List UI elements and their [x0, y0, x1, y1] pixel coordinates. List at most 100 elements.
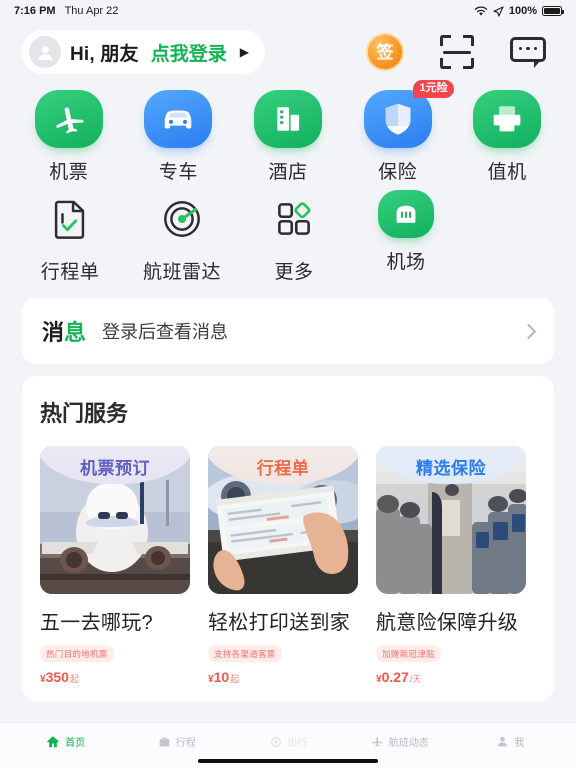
status-indicators: 100%: [474, 5, 562, 17]
header-actions: 签: [366, 33, 554, 71]
quick-entry-label: 更多: [274, 257, 313, 284]
price-suffix: 起: [70, 674, 79, 684]
quick-entry-row-1: 机票 专车: [14, 90, 562, 184]
scan-qr-icon[interactable]: [440, 35, 474, 69]
login-pill[interactable]: Hi, 朋友 点我登录 ▶: [22, 30, 265, 74]
travel-icon: [269, 735, 283, 749]
airport-terminal-icon: [378, 190, 434, 238]
quick-entry-label: 酒店: [268, 157, 307, 184]
wifi-icon: [474, 6, 488, 17]
quick-entry-机票[interactable]: 机票: [14, 90, 124, 184]
service-thumbnail[interactable]: 机票预订: [40, 446, 190, 594]
car-icon: [144, 90, 212, 148]
status-bar: 7:16 PM Thu Apr 22 100%: [0, 0, 576, 22]
chevron-right-icon: [521, 323, 537, 339]
quick-entry-label: 机场: [386, 247, 425, 274]
message-title-green: 息: [64, 320, 86, 345]
quick-entry-机场[interactable]: 机场: [350, 190, 462, 284]
tab-flight-status[interactable]: 航班动态: [344, 734, 455, 749]
daily-checkin-button[interactable]: 签: [366, 33, 404, 71]
tab-label: 航班动态: [389, 734, 429, 749]
tab-itinerary[interactable]: 行程: [121, 734, 232, 749]
home-indicator: [198, 759, 378, 764]
service-thumbnail[interactable]: 行程单: [208, 446, 358, 594]
service-pill: 热门目的地机票: [40, 645, 114, 662]
service-pill: 支持各渠道客票: [208, 645, 282, 662]
service-pill: 加赠新冠津贴: [376, 645, 441, 662]
quick-entry-label: 专车: [159, 157, 198, 184]
quick-entry-专车[interactable]: 专车: [124, 90, 234, 184]
greeting-text: Hi, 朋友: [70, 39, 139, 66]
service-card-1[interactable]: 机票预订 五一去哪玩? 热门目的地机票 ¥350起: [40, 446, 190, 685]
service-price: ¥0.27/天: [376, 669, 526, 685]
status-badge: 1元险: [413, 80, 453, 98]
hot-services-card: 热门服务: [22, 376, 554, 701]
service-tag: 机票预订: [40, 454, 190, 479]
quick-entry-label: 机票: [49, 157, 88, 184]
service-price: ¥10起: [208, 669, 358, 685]
hot-services-list: 机票预订 五一去哪玩? 热门目的地机票 ¥350起: [40, 446, 536, 685]
tab-label: 我: [514, 734, 524, 749]
quick-entry-row-2: 行程单 航班雷达: [14, 184, 562, 284]
briefcase-icon: [158, 735, 171, 748]
boarding-pass-icon: [473, 90, 541, 148]
status-date: Thu Apr 22: [65, 5, 119, 17]
plane-status-icon: [370, 735, 384, 749]
service-price: ¥350起: [40, 669, 190, 685]
default-avatar-icon: [29, 36, 61, 68]
quick-entry-label: 保险: [378, 157, 417, 184]
quick-entry-保险[interactable]: 1元险 保险: [343, 90, 453, 184]
service-name: 五一去哪玩?: [40, 606, 190, 635]
quick-entry-更多[interactable]: 更多: [238, 190, 350, 284]
price-suffix: 起: [230, 674, 239, 684]
shield-icon: 1元险: [364, 90, 432, 148]
app-screen: 7:16 PM Thu Apr 22 100% Hi, 朋友: [0, 0, 576, 768]
quick-entry-label: 值机: [488, 157, 527, 184]
grid-more-icon: [260, 190, 328, 248]
radar-icon: [148, 190, 216, 248]
person-icon: [496, 735, 509, 748]
status-time: 7:16 PM: [14, 5, 56, 17]
app-header: Hi, 朋友 点我登录 ▶ 签: [0, 22, 576, 80]
tab-label: 出行: [288, 734, 308, 749]
price-value: 350: [46, 669, 69, 685]
quick-entry-grid: 机票 专车: [0, 80, 576, 284]
hotel-building-icon: [254, 90, 322, 148]
price-value: 10: [214, 669, 230, 685]
tab-label: 首页: [65, 734, 85, 749]
message-subtitle: 登录后查看消息: [102, 318, 228, 344]
service-name: 轻松打印送到家: [208, 606, 358, 635]
tab-travel[interactable]: 出行: [232, 734, 343, 749]
battery-full-icon: [542, 6, 562, 16]
home-icon: [46, 735, 60, 749]
quick-entry-label: 行程单: [41, 257, 100, 284]
tab-home[interactable]: 首页: [10, 734, 121, 749]
quick-entry-行程单[interactable]: 行程单: [14, 190, 126, 284]
location-arrow-icon: [493, 6, 504, 17]
section-title: 热门服务: [40, 396, 536, 428]
chevron-right-icon: ▶: [240, 45, 249, 59]
battery-percent: 100%: [509, 5, 537, 17]
message-card[interactable]: 消息 登录后查看消息: [22, 298, 554, 364]
message-title: 消息: [42, 315, 86, 347]
message-title-dark: 消: [42, 320, 64, 345]
quick-entry-值机[interactable]: 值机: [452, 90, 562, 184]
service-card-3[interactable]: 精选保险 航意险保障升级 加赠新冠津贴 ¥0.27/天: [376, 446, 526, 685]
service-card-2[interactable]: 行程单 轻松打印送到家 支持各渠道客票 ¥10起: [208, 446, 358, 685]
price-value: 0.27: [382, 669, 409, 685]
tab-profile[interactable]: 我: [455, 734, 566, 749]
login-cta-text[interactable]: 点我登录: [151, 39, 227, 66]
service-thumbnail[interactable]: 精选保险: [376, 446, 526, 594]
price-suffix: /天: [410, 674, 422, 684]
bottom-tab-bar: 首页 行程 出行 航班动态 我: [0, 722, 576, 768]
airplane-icon: [35, 90, 103, 148]
quick-entry-酒店[interactable]: 酒店: [233, 90, 343, 184]
quick-entry-航班雷达[interactable]: 航班雷达: [126, 190, 238, 284]
quick-entry-label: 航班雷达: [143, 257, 221, 284]
service-tag: 精选保险: [376, 454, 526, 479]
tab-label: 行程: [176, 734, 196, 749]
itinerary-document-icon: [36, 190, 104, 248]
service-name: 航意险保障升级: [376, 606, 526, 635]
chat-bubble-icon[interactable]: [510, 37, 546, 67]
service-tag: 行程单: [208, 454, 358, 479]
